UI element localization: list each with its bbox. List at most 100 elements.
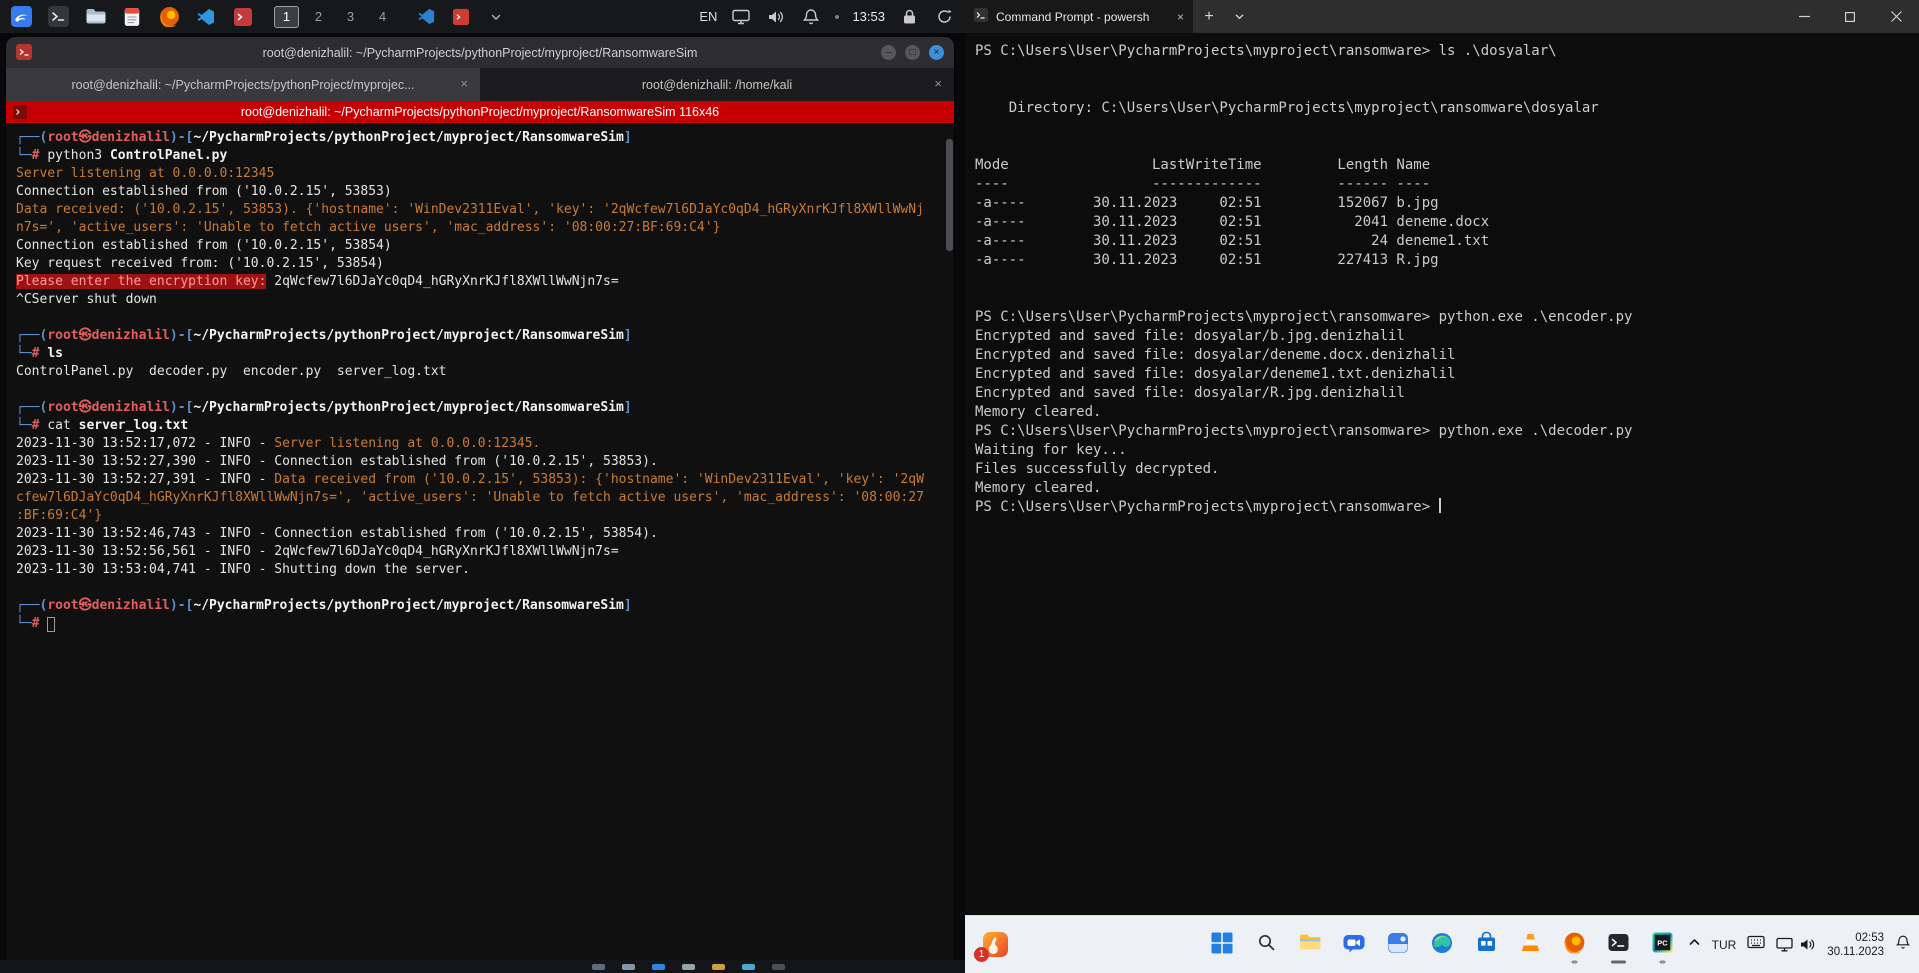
minimize-button[interactable] — [1781, 0, 1827, 33]
tab-home-kali[interactable]: root@denizhalil: /home/kali × — [480, 68, 954, 101]
touch-keyboard-icon[interactable] — [1747, 935, 1765, 954]
tray-separator-dot — [835, 15, 839, 19]
panel-clock[interactable]: 13:53 — [852, 9, 885, 24]
file-explorer-icon[interactable] — [1295, 927, 1326, 958]
terminal-line: ┌──(root㉿denizhalil)-[~/PycharmProjects/… — [16, 129, 944, 147]
keyboard-layout-indicator[interactable]: EN — [699, 9, 717, 24]
terminal-line — [16, 381, 944, 399]
terminal-line: └─# — [16, 615, 944, 633]
terminal-line: PS C:\Users\User\PycharmProjects\myproje… — [975, 308, 1919, 327]
notification-count-badge: 1 — [974, 947, 989, 962]
terminal-line: 2023-11-30 13:52:56,561 - INFO - 2qWcfew… — [16, 543, 944, 561]
terminal-line: -a---- 30.11.2023 02:51 24 deneme1.txt — [975, 232, 1919, 251]
kali-menu-icon[interactable] — [10, 6, 32, 28]
terminal-size-banner: root@denizhalil: ~/PycharmProjects/pytho… — [6, 101, 954, 123]
powershell-terminal-content[interactable]: PS C:\Users\User\PycharmProjects\myproje… — [965, 33, 1919, 915]
panel-overflow-chevron-icon[interactable] — [485, 6, 507, 28]
terminal-line: ^CServer shut down — [16, 291, 944, 309]
new-tab-button[interactable]: + — [1193, 0, 1225, 33]
terminal-line: 2023-11-30 13:52:17,072 - INFO - Server … — [16, 435, 944, 453]
widgets-icon[interactable] — [1383, 927, 1414, 958]
terminal-line — [16, 579, 944, 597]
terminal-line — [975, 80, 1919, 99]
qterminal-launcher-icon[interactable] — [232, 6, 254, 28]
tray-blue-app-icon[interactable] — [415, 6, 437, 28]
tab-close-icon[interactable]: × — [460, 76, 468, 91]
logout-icon[interactable] — [933, 6, 955, 28]
screen: 1 2 3 4 EN — [0, 0, 1919, 973]
minimize-button[interactable]: – — [881, 45, 896, 60]
tray-red-app-icon[interactable] — [450, 6, 472, 28]
caption-buttons — [1781, 0, 1919, 33]
workspace-4[interactable]: 4 — [370, 6, 395, 28]
notifications-bell-icon[interactable] — [800, 6, 822, 28]
taskbar-notification-app[interactable]: 1 — [981, 931, 1009, 959]
tab-label: root@denizhalil: ~/PycharmProjects/pytho… — [71, 78, 414, 92]
terminal-scrollbar[interactable] — [946, 129, 953, 954]
qterminal-window: root@denizhalil: ~/PycharmProjects/pytho… — [6, 37, 954, 960]
tab-dropdown-chevron-icon[interactable] — [1225, 0, 1253, 33]
tab-close-icon[interactable]: × — [934, 76, 942, 91]
terminal-line — [975, 289, 1919, 308]
vscode-launcher-icon[interactable] — [195, 6, 217, 28]
kali-terminal-content[interactable]: ┌──(root㉿denizhalil)-[~/PycharmProjects/… — [6, 123, 954, 960]
qterminal-titlebar[interactable]: root@denizhalil: ~/PycharmProjects/pytho… — [6, 37, 954, 68]
firefox-icon[interactable] — [1559, 927, 1590, 958]
windows-terminal-icon[interactable] — [1603, 927, 1634, 958]
close-button[interactable] — [1873, 0, 1919, 33]
terminal-line: -a---- 30.11.2023 02:51 227413 R.jpg — [975, 251, 1919, 270]
terminal-tab-command-prompt[interactable]: Command Prompt - powersh × — [965, 0, 1193, 33]
firefox-icon[interactable] — [158, 6, 180, 28]
text-editor-icon[interactable] — [121, 6, 143, 28]
vm-mouse-icon — [772, 964, 785, 970]
terminal-line: └─# ls — [16, 345, 944, 363]
system-tray: TUR 02:53 30.11.2023 — [1688, 916, 1911, 973]
svg-text:PC: PC — [1657, 939, 1668, 948]
windows-taskbar: 1 — [965, 915, 1919, 973]
lock-icon[interactable] — [898, 6, 920, 28]
start-button[interactable] — [1207, 927, 1238, 958]
taskbar-clock[interactable]: 02:53 30.11.2023 — [1827, 931, 1884, 959]
terminal-line: └─# cat server_log.txt — [16, 417, 944, 435]
volume-icon[interactable] — [765, 6, 787, 28]
workspace-switcher: 1 2 3 4 — [274, 6, 395, 28]
terminal-line: Files successfully decrypted. — [975, 460, 1919, 479]
close-button[interactable]: × — [929, 45, 944, 60]
terminal-launcher-icon[interactable] — [47, 6, 69, 28]
chat-icon[interactable] — [1339, 927, 1370, 958]
terminal-line: Waiting for key... — [975, 441, 1919, 460]
tab-title: Command Prompt - powersh — [996, 10, 1169, 24]
terminal-line: Encrypted and saved file: dosyalar/denem… — [975, 346, 1919, 365]
workspace-3[interactable]: 3 — [338, 6, 363, 28]
terminal-line: n7s=', 'active_users': 'Unable to fetch … — [16, 219, 944, 237]
tab-close-icon[interactable]: × — [1177, 10, 1184, 24]
terminal-line: Encrypted and saved file: dosyalar/denem… — [975, 365, 1919, 384]
terminal-line: ┌──(root㉿denizhalil)-[~/PycharmProjects/… — [16, 327, 944, 345]
terminal-line — [975, 61, 1919, 80]
maximize-button[interactable]: □ — [905, 45, 920, 60]
workspace-1[interactable]: 1 — [274, 6, 299, 28]
kali-vm-screen: 1 2 3 4 EN — [0, 0, 965, 973]
vm-folder-icon — [712, 964, 725, 970]
volume-icon — [1799, 937, 1816, 952]
workspace-2[interactable]: 2 — [306, 6, 331, 28]
tray-chevron-up-icon[interactable] — [1688, 936, 1701, 954]
edge-icon[interactable] — [1427, 927, 1458, 958]
store-icon[interactable] — [1471, 927, 1502, 958]
notifications-bell-icon[interactable] — [1895, 934, 1911, 955]
terminal-line: -a---- 30.11.2023 02:51 2041 deneme.docx — [975, 213, 1919, 232]
language-indicator[interactable]: TUR — [1712, 938, 1737, 952]
maximize-button[interactable] — [1827, 0, 1873, 33]
vlc-icon[interactable] — [1515, 927, 1546, 958]
pycharm-icon[interactable]: PC — [1647, 927, 1678, 958]
search-icon[interactable] — [1251, 927, 1282, 958]
terminal-line: Data received: ('10.0.2.15', 53853). {'h… — [16, 201, 944, 219]
scrollbar-thumb[interactable] — [946, 139, 953, 251]
tray-system-icons[interactable] — [1776, 937, 1816, 952]
file-manager-icon[interactable] — [84, 6, 106, 28]
display-icon[interactable] — [730, 6, 752, 28]
terminal-line: Mode LastWriteTime Length Name — [975, 156, 1919, 175]
tab-ransomwaresim[interactable]: root@denizhalil: ~/PycharmProjects/pytho… — [6, 68, 480, 101]
windows-terminal-titlebar[interactable]: Command Prompt - powersh × + — [965, 0, 1919, 33]
terminal-line — [16, 309, 944, 327]
